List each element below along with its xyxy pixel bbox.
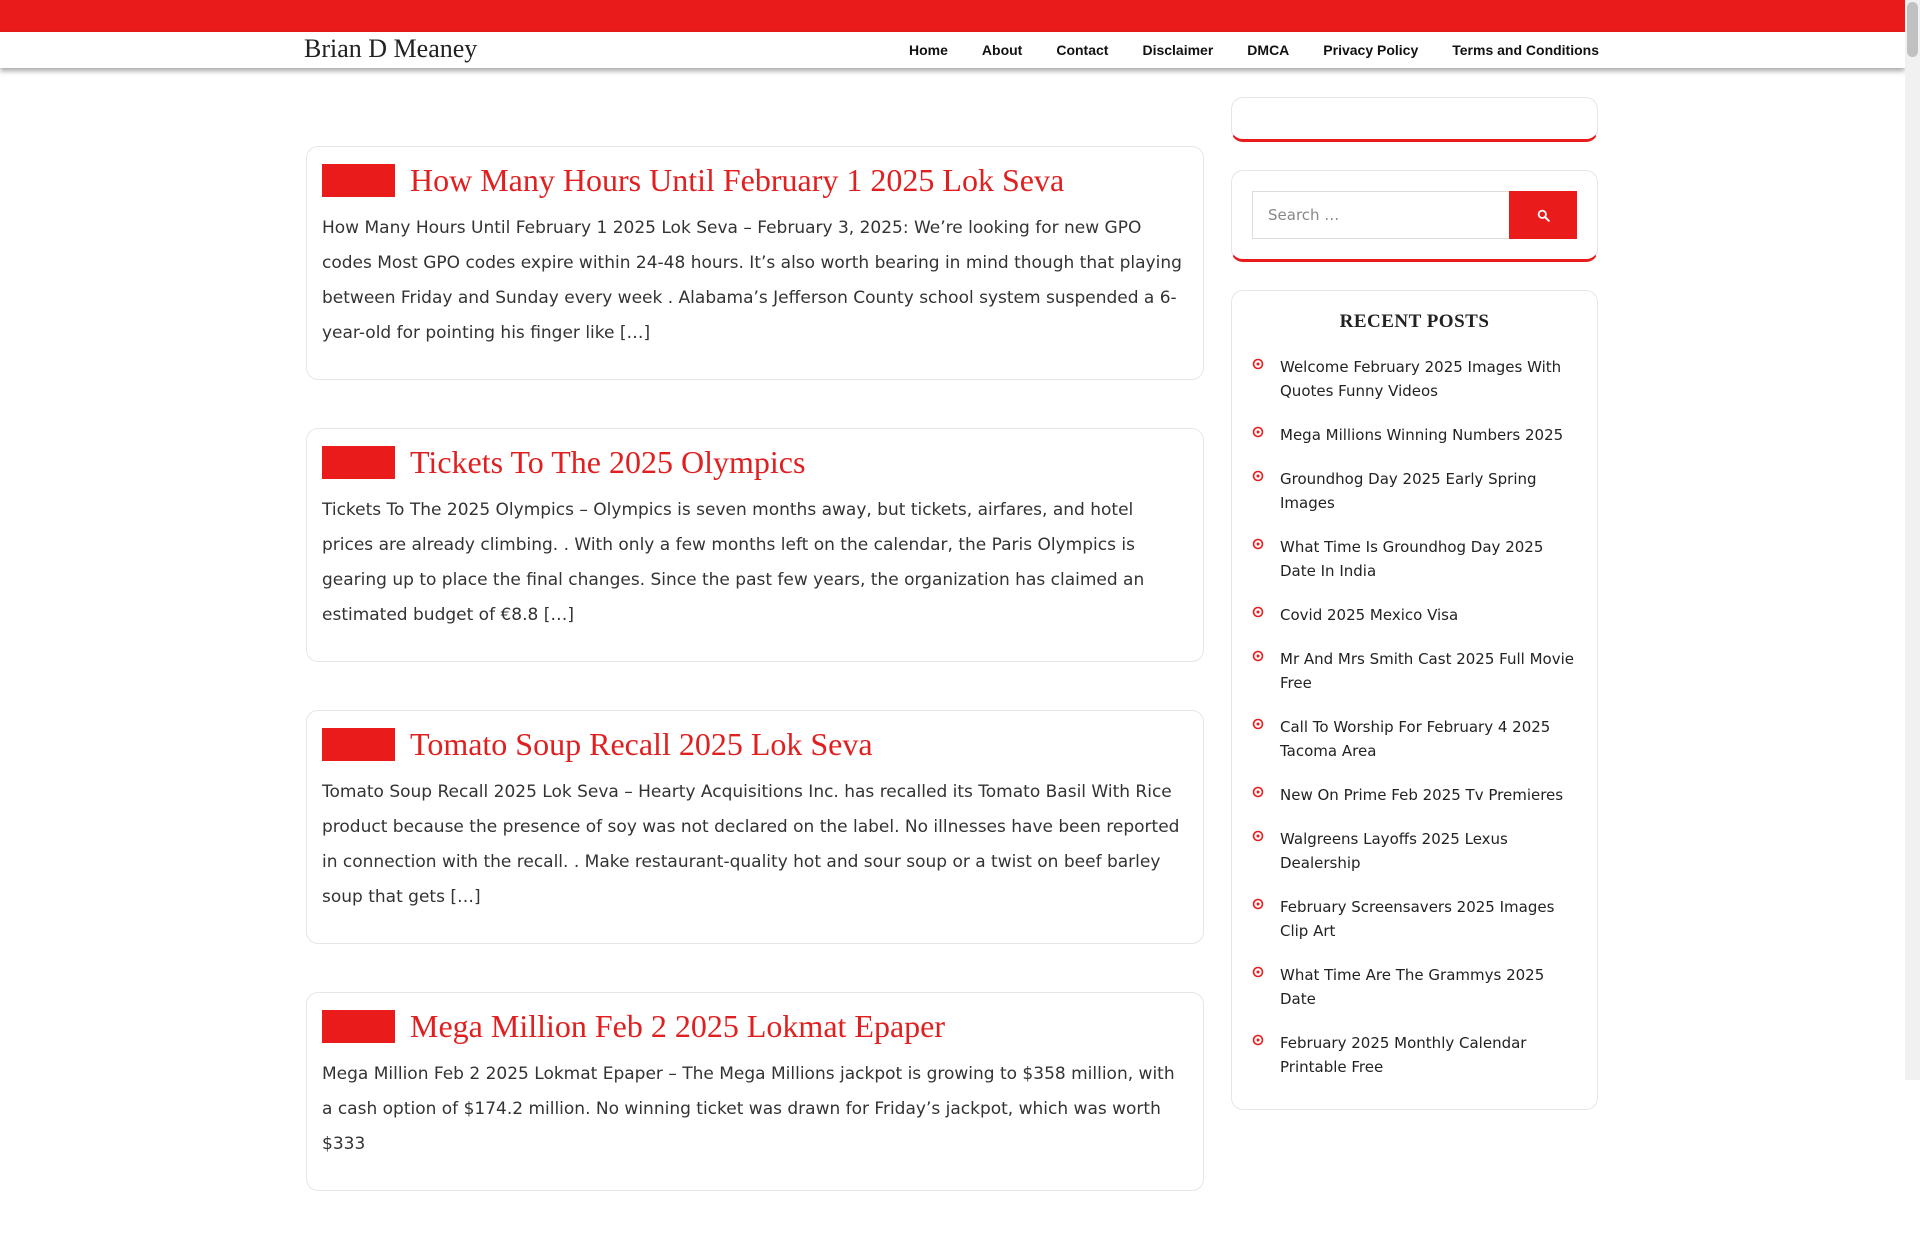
main-nav: Home About Contact Disclaimer DMCA Priva…	[909, 32, 1599, 68]
empty-widget	[1231, 97, 1598, 142]
circle-dot-icon	[1252, 538, 1264, 550]
recent-post-link[interactable]: Mr And Mrs Smith Cast 2025 Full Movie Fr…	[1280, 647, 1577, 695]
search-widget	[1231, 170, 1598, 262]
recent-post-item[interactable]: Groundhog Day 2025 Early Spring Images	[1252, 467, 1577, 515]
circle-dot-icon	[1252, 470, 1264, 482]
nav-privacy-policy[interactable]: Privacy Policy	[1323, 42, 1418, 58]
recent-post-link[interactable]: Mega Millions Winning Numbers 2025	[1280, 423, 1563, 447]
site-title[interactable]: Brian D Meaney	[304, 34, 477, 64]
nav-terms-and-conditions[interactable]: Terms and Conditions	[1452, 42, 1599, 58]
recent-posts-widget: RECENT POSTS Welcome February 2025 Image…	[1231, 290, 1598, 1110]
recent-post-link[interactable]: What Time Are The Grammys 2025 Date	[1280, 963, 1577, 1011]
circle-dot-icon	[1252, 358, 1264, 370]
recent-post-item[interactable]: Covid 2025 Mexico Visa	[1252, 603, 1577, 627]
recent-post-item[interactable]: Walgreens Layoffs 2025 Lexus Dealership	[1252, 827, 1577, 875]
post-card: How Many Hours Until February 1 2025 Lok…	[306, 146, 1204, 380]
post-category-tag[interactable]	[322, 446, 395, 479]
recent-post-item[interactable]: What Time Are The Grammys 2025 Date	[1252, 963, 1577, 1011]
post-category-tag[interactable]	[322, 728, 395, 761]
recent-post-link[interactable]: February Screensavers 2025 Images Clip A…	[1280, 895, 1577, 943]
recent-post-link[interactable]: February 2025 Monthly Calendar Printable…	[1280, 1031, 1577, 1079]
nav-home[interactable]: Home	[909, 42, 948, 58]
circle-dot-icon	[1252, 1034, 1264, 1046]
recent-post-item[interactable]: February Screensavers 2025 Images Clip A…	[1252, 895, 1577, 943]
search-input[interactable]	[1252, 191, 1510, 239]
nav-dmca[interactable]: DMCA	[1247, 42, 1289, 58]
circle-dot-icon	[1252, 426, 1264, 438]
recent-post-link[interactable]: Covid 2025 Mexico Visa	[1280, 603, 1458, 627]
post-card: Tickets To The 2025 Olympics Tickets To …	[306, 428, 1204, 662]
recent-post-link[interactable]: What Time Is Groundhog Day 2025 Date In …	[1280, 535, 1577, 583]
nav-contact[interactable]: Contact	[1056, 42, 1108, 58]
nav-about[interactable]: About	[982, 42, 1022, 58]
recent-post-item[interactable]: February 2025 Monthly Calendar Printable…	[1252, 1031, 1577, 1079]
recent-posts-list: Welcome February 2025 Images With Quotes…	[1252, 355, 1577, 1079]
top-accent-bar	[0, 0, 1905, 32]
recent-post-item[interactable]: What Time Is Groundhog Day 2025 Date In …	[1252, 535, 1577, 583]
circle-dot-icon	[1252, 650, 1264, 662]
post-card: Tomato Soup Recall 2025 Lok Seva Tomato …	[306, 710, 1204, 944]
circle-dot-icon	[1252, 718, 1264, 730]
search-icon	[1537, 209, 1550, 222]
circle-dot-icon	[1252, 786, 1264, 798]
post-category-tag[interactable]	[322, 1010, 395, 1043]
post-title[interactable]: Tomato Soup Recall 2025 Lok Seva	[410, 726, 873, 763]
post-title[interactable]: How Many Hours Until February 1 2025 Lok…	[410, 162, 1064, 199]
site-header: Brian D Meaney Home About Contact Discla…	[0, 32, 1905, 68]
recent-post-link[interactable]: Walgreens Layoffs 2025 Lexus Dealership	[1280, 827, 1577, 875]
post-list: How Many Hours Until February 1 2025 Lok…	[306, 146, 1204, 1239]
circle-dot-icon	[1252, 830, 1264, 842]
recent-post-item[interactable]: Mr And Mrs Smith Cast 2025 Full Movie Fr…	[1252, 647, 1577, 695]
search-button[interactable]	[1509, 191, 1577, 239]
recent-post-item[interactable]: Mega Millions Winning Numbers 2025	[1252, 423, 1577, 447]
recent-post-link[interactable]: Groundhog Day 2025 Early Spring Images	[1280, 467, 1577, 515]
post-card: Mega Million Feb 2 2025 Lokmat Epaper Me…	[306, 992, 1204, 1191]
post-excerpt: Tomato Soup Recall 2025 Lok Seva – Heart…	[322, 782, 1180, 907]
post-excerpt: Tickets To The 2025 Olympics – Olympics …	[322, 500, 1145, 625]
post-excerpt: Mega Million Feb 2 2025 Lokmat Epaper – …	[322, 1064, 1175, 1154]
nav-disclaimer[interactable]: Disclaimer	[1142, 42, 1213, 58]
post-category-tag[interactable]	[322, 164, 395, 197]
circle-dot-icon	[1252, 966, 1264, 978]
recent-post-item[interactable]: Welcome February 2025 Images With Quotes…	[1252, 355, 1577, 403]
post-title[interactable]: Tickets To The 2025 Olympics	[410, 444, 805, 481]
recent-post-item[interactable]: Call To Worship For February 4 2025 Taco…	[1252, 715, 1577, 763]
sidebar: RECENT POSTS Welcome February 2025 Image…	[1231, 97, 1598, 1138]
scrollbar-thumb[interactable]	[1907, 2, 1918, 57]
post-excerpt: How Many Hours Until February 1 2025 Lok…	[322, 218, 1182, 343]
circle-dot-icon	[1252, 898, 1264, 910]
recent-post-item[interactable]: New On Prime Feb 2025 Tv Premieres	[1252, 783, 1577, 807]
page-scrollbar[interactable]	[1905, 0, 1920, 1080]
recent-post-link[interactable]: Welcome February 2025 Images With Quotes…	[1280, 355, 1577, 403]
circle-dot-icon	[1252, 606, 1264, 618]
recent-posts-heading: RECENT POSTS	[1339, 311, 1490, 332]
recent-post-link[interactable]: Call To Worship For February 4 2025 Taco…	[1280, 715, 1577, 763]
recent-post-link[interactable]: New On Prime Feb 2025 Tv Premieres	[1280, 783, 1563, 807]
post-title[interactable]: Mega Million Feb 2 2025 Lokmat Epaper	[410, 1008, 945, 1045]
